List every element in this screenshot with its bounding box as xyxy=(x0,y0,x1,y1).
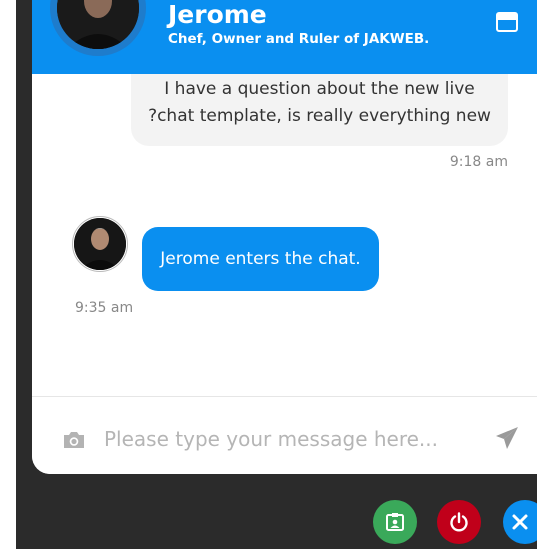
operator-name: Jerome xyxy=(168,0,267,29)
message-timestamp: 9:35 am xyxy=(75,300,134,316)
message-line: ?chat template, is really everything new xyxy=(148,106,491,126)
power-icon xyxy=(450,512,468,532)
message-input[interactable] xyxy=(102,421,486,457)
minimize-icon[interactable] xyxy=(496,12,518,32)
agent-avatar xyxy=(72,216,128,272)
message-timestamp: 9:18 am xyxy=(449,154,508,170)
contact-card-button[interactable] xyxy=(373,500,417,544)
end-chat-button[interactable] xyxy=(437,500,481,544)
message-composer xyxy=(32,396,537,474)
chat-window: Jerome Chef, Owner and Ruler of JAKWEB. … xyxy=(32,0,537,474)
operator-avatar xyxy=(50,0,146,56)
outgoing-message-bubble: I have a question about the new live ?ch… xyxy=(131,74,508,146)
chat-header: Jerome Chef, Owner and Ruler of JAKWEB. xyxy=(32,0,537,74)
message-line: I have a question about the new live xyxy=(164,79,475,99)
contact-card-icon xyxy=(386,513,404,531)
camera-icon[interactable] xyxy=(62,430,86,450)
agent-photo xyxy=(74,218,126,270)
page-background xyxy=(0,0,16,549)
operator-role: Chef, Owner and Ruler of JAKWEB. xyxy=(168,31,430,47)
incoming-message-bubble: Jerome enters the chat. xyxy=(142,227,379,291)
send-icon[interactable] xyxy=(494,425,520,451)
close-icon xyxy=(512,514,528,530)
operator-photo xyxy=(57,0,139,49)
